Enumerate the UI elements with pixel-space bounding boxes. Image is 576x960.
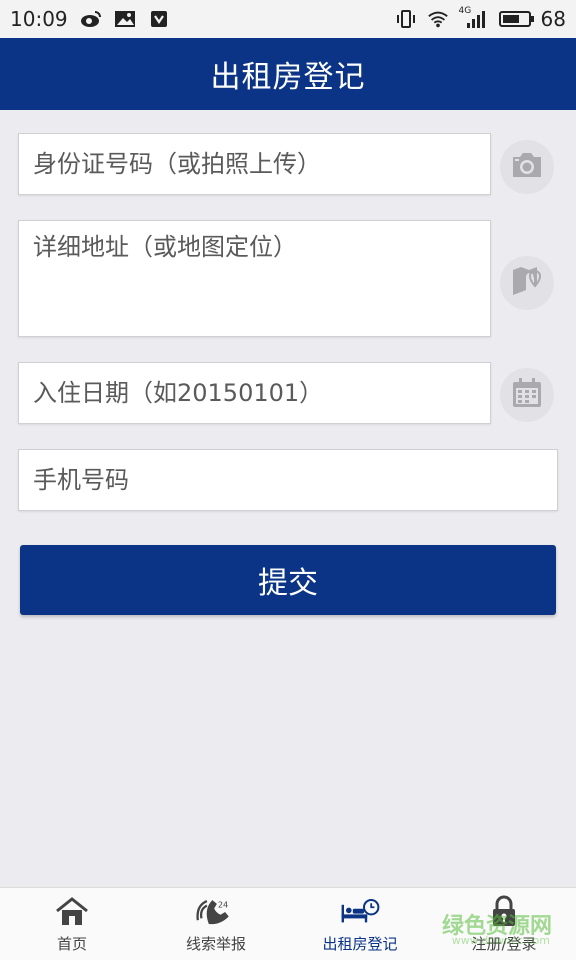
phone-input[interactable] [33, 450, 543, 510]
battery-percent: 68 [540, 7, 566, 31]
nav-item-home[interactable]: 首页 [0, 888, 144, 960]
address-field[interactable] [18, 220, 491, 337]
vibrate-icon [395, 8, 417, 30]
image-icon [114, 8, 136, 30]
calendar-button[interactable] [500, 368, 554, 422]
wifi-icon [427, 8, 449, 30]
nav-label-report: 线索举报 [185, 935, 246, 953]
signal-icon: 4G [458, 6, 489, 30]
phone-field[interactable] [18, 449, 558, 511]
bed-clock-icon [340, 895, 380, 929]
status-time: 10:09 [10, 7, 68, 31]
id-number-field[interactable] [18, 133, 491, 195]
status-bar: 10:09 4G 68 [0, 0, 576, 38]
nav-item-login[interactable]: 注册/登录 [432, 888, 576, 960]
camera-button[interactable] [500, 140, 554, 194]
home-icon [52, 895, 92, 929]
battery-icon [498, 11, 534, 27]
checkin-date-field[interactable] [18, 362, 491, 424]
map-icon [510, 264, 544, 302]
calendar-icon [511, 377, 543, 413]
lock-icon [484, 895, 524, 929]
nav-label-rental-registration: 出租房登记 [322, 935, 398, 953]
weibo-icon [80, 8, 102, 30]
hotline-24-icon: 24 [196, 895, 236, 929]
battery-level [502, 15, 519, 23]
id-number-input[interactable] [33, 134, 476, 194]
bottom-nav: 首页 24 线索举报 出租房登记 注册/登录 [0, 887, 576, 960]
camera-icon [509, 150, 545, 184]
nav-item-rental-registration[interactable]: 出租房登记 [288, 888, 432, 960]
app-bar: 出租房登记 [0, 38, 576, 110]
address-input[interactable] [33, 221, 476, 336]
nav-label-login: 注册/登录 [471, 935, 537, 953]
checkin-date-input[interactable] [33, 363, 476, 423]
signal-type-label: 4G [458, 6, 472, 16]
nav-item-report[interactable]: 24 线索举报 [144, 888, 288, 960]
shield-icon [148, 8, 170, 30]
submit-button[interactable]: 提交 [20, 545, 556, 615]
svg-text:24: 24 [218, 899, 228, 909]
map-location-button[interactable] [500, 256, 554, 310]
nav-label-home: 首页 [56, 935, 87, 953]
page-title: 出租房登记 [210, 60, 366, 95]
